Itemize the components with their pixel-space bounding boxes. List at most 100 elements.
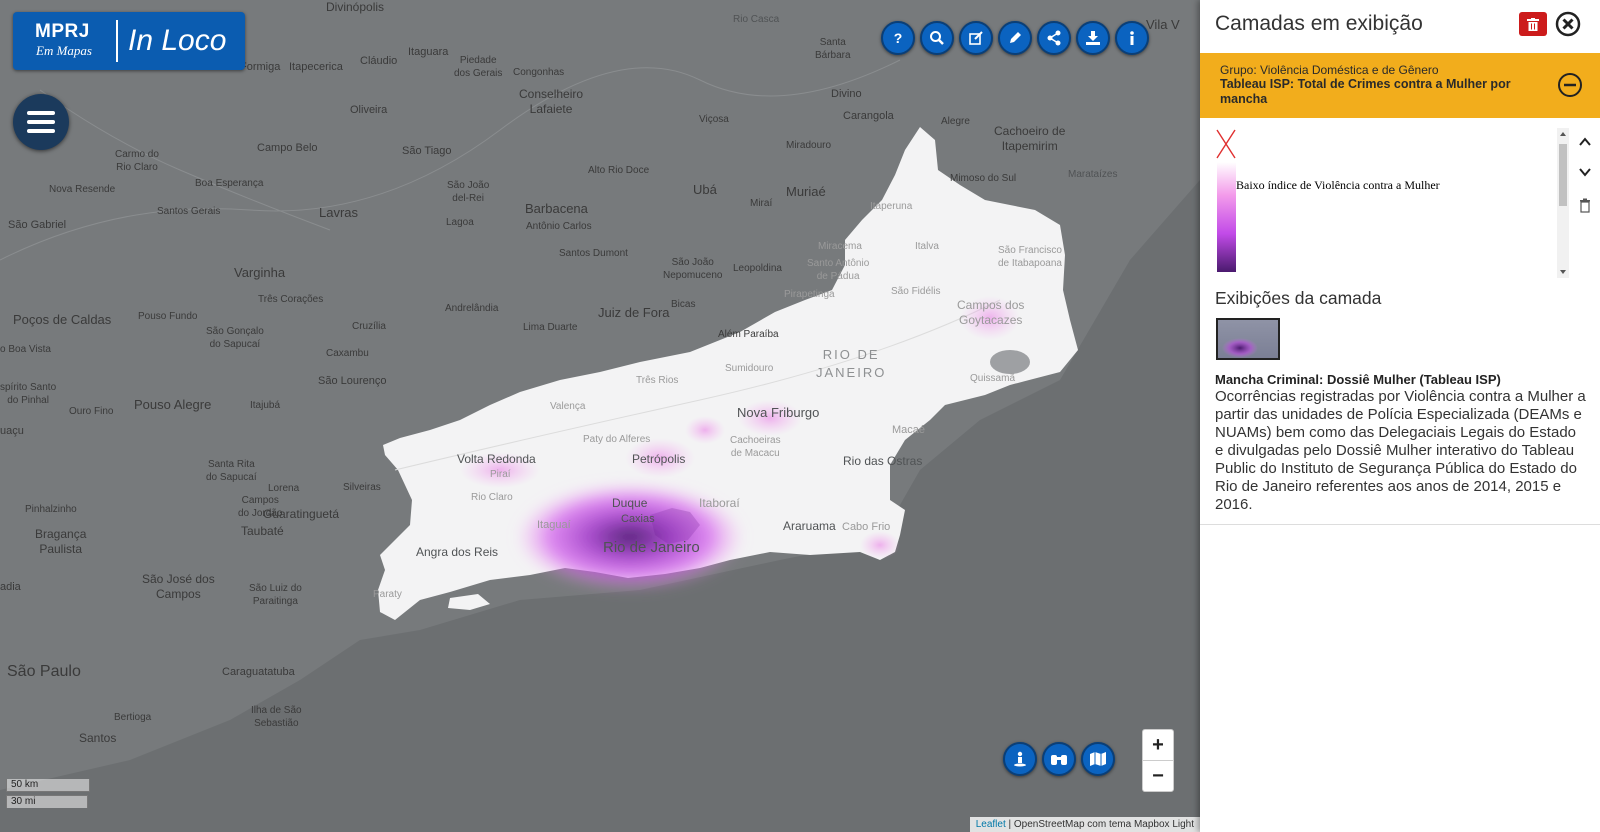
city-label-sao-goncalo-sapucai: São Gonçalo do Sapucaí	[206, 326, 264, 350]
city-label-pocos: Poços de Caldas	[13, 312, 112, 327]
legend-label: Baixo índice de Violência contra a Mulhe…	[1236, 178, 1440, 192]
help-button[interactable]: ?	[881, 21, 915, 55]
close-panel-button[interactable]	[1555, 11, 1581, 37]
menu-button[interactable]	[13, 94, 69, 150]
share-button[interactable]	[1037, 21, 1071, 55]
remove-layer-button[interactable]	[1577, 197, 1593, 213]
city-label-quissama: Quissamã	[970, 373, 1016, 384]
city-label-duque: Duque	[612, 496, 648, 510]
city-label-guacu: uaçu	[0, 425, 24, 437]
state-label: RIO DE JANEIRO	[816, 347, 887, 380]
app-logo[interactable]: MPRJ Em Mapas In Loco	[13, 12, 245, 70]
attribution-text: | OpenStreetMap com tema Mapbox Light	[1005, 819, 1194, 830]
description-text: Ocorrências registradas por Violência co…	[1215, 388, 1586, 513]
move-layer-down-button[interactable]	[1577, 164, 1593, 180]
city-label-sao-luiz: São Luiz do Paraitinga	[249, 583, 302, 607]
city-label-divinopolis: Divinópolis	[326, 0, 385, 14]
search-button[interactable]	[920, 21, 954, 55]
city-label-carmo: Carmo do Rio Claro	[115, 149, 159, 173]
city-label-divino: Divino	[831, 88, 862, 100]
city-label-rio-de-janeiro: Rio de Janeiro	[603, 539, 700, 556]
pencil-icon	[1010, 32, 1021, 43]
download-button[interactable]	[1076, 21, 1110, 55]
basemap-button[interactable]	[1081, 742, 1115, 776]
scroll-up-arrow-icon	[1560, 132, 1566, 136]
trash-icon	[1527, 17, 1539, 31]
city-label-silveiras: Silveiras	[343, 482, 381, 493]
city-label-itaperuna: Itaperuna	[870, 201, 913, 212]
city-label-nova-friburgo: Nova Friburgo	[737, 405, 820, 420]
city-label-nova-resende: Nova Resende	[49, 184, 116, 195]
street-view-button[interactable]	[1003, 742, 1037, 776]
city-label-adia: adia	[0, 581, 21, 593]
exhibition-thumbnail[interactable]	[1216, 318, 1280, 360]
legend-scrollbar[interactable]	[1557, 128, 1569, 278]
city-label-uba: Ubá	[693, 182, 717, 197]
explore-button[interactable]	[1042, 742, 1076, 776]
city-label-boa-esperanca: Boa Esperança	[195, 178, 264, 189]
city-label-petropolis: Petrópolis	[632, 452, 686, 466]
city-label-braganca: Bragança Paulista	[35, 527, 87, 556]
city-label-santa-rita: Santa Rita do Sapucaí	[206, 459, 257, 483]
scroll-thumb[interactable]	[1559, 144, 1567, 206]
city-label-piraí: Piraí	[490, 469, 511, 480]
zoom-in-button[interactable]: +	[1142, 729, 1174, 761]
collapse-group-button[interactable]	[1557, 72, 1583, 98]
city-label-barbacena: Barbacena	[525, 201, 588, 216]
city-label-campo-belo: Campo Belo	[257, 142, 318, 154]
city-label-itaborai: Itaboraí	[699, 496, 740, 510]
city-label-volta-redonda: Volta Redonda	[457, 452, 536, 466]
city-label-italva: Italva	[915, 241, 939, 252]
city-label-santa-barbara: Santa Bárbara	[815, 37, 851, 61]
city-label-sao-paulo: São Paulo	[7, 663, 81, 680]
layer-legend: Baixo índice de Violência contra a Mulhe…	[1215, 128, 1570, 278]
city-label-paty: Paty do Alferes	[583, 434, 651, 445]
city-label-sao-tiago: São Tiago	[402, 145, 452, 157]
city-label-itapecerica: Itapecerica	[289, 61, 343, 73]
edit-button[interactable]	[959, 21, 993, 55]
leaflet-link[interactable]: Leaflet	[976, 819, 1006, 830]
city-label-sao-joao-del-rei: São João del-Rei	[447, 180, 490, 204]
city-label-mimoso: Mimoso do Sul	[950, 173, 1017, 184]
move-layer-up-button[interactable]	[1577, 134, 1593, 150]
layer-name: Tableau ISP: Total de Crimes contra a Mu…	[1220, 77, 1511, 106]
city-label-ouro-fino: Ouro Fino	[69, 406, 114, 417]
city-label-lagoa: Lagoa	[446, 217, 474, 228]
info-icon	[1130, 31, 1134, 45]
city-label-santo-antonio-padua: Santo Antônio de Pádua	[807, 258, 870, 282]
city-label-sumidouro: Sumidouro	[725, 363, 774, 374]
zoom-out-button[interactable]: −	[1142, 760, 1174, 792]
logo-divider	[116, 20, 118, 62]
divider	[1200, 524, 1600, 525]
legend-graphic	[1216, 129, 1236, 272]
city-label-claudio: Cláudio	[360, 55, 398, 67]
city-label-itaguara: Itaguara	[408, 46, 449, 58]
layer-group-header: Grupo: Violência Doméstica e de Gênero T…	[1200, 53, 1600, 118]
city-label-espirito-pinhal: spírito Santo do Pinhal	[0, 382, 57, 406]
city-label-piedade: Piedade dos Gerais	[454, 55, 503, 79]
city-label-cachoeiras: Cachoeiras de Macacu	[730, 435, 781, 459]
city-label-vicosa: Viçosa	[699, 114, 729, 125]
city-label-guaratingueta: Guaratinguetá	[263, 507, 340, 521]
map-canvas[interactable]: Divinópolis Rio Casca Formiga Itapecerica It…	[0, 0, 1200, 832]
city-label-alem-paraiba: Além Paraíba	[718, 329, 779, 340]
draw-button[interactable]	[998, 21, 1032, 55]
city-label-rio-das-ostras: Rio das Ostras	[843, 454, 923, 468]
city-label-taubate: Taubaté	[241, 524, 284, 538]
city-label-miradouro: Miradouro	[786, 140, 832, 151]
city-label-lavras: Lavras	[319, 205, 359, 220]
hamburger-icon	[27, 111, 55, 133]
city-label-santos-dumont: Santos Dumont	[559, 248, 628, 259]
logo-mprj: MPRJ	[35, 21, 90, 42]
city-label-pirapetinga: Pirapetinga	[784, 289, 835, 300]
city-label-conselheiro: Conselheiro Lafaiete	[519, 87, 584, 116]
panel-title: Camadas em exibição	[1215, 12, 1423, 35]
city-label-santos: Santos	[79, 731, 117, 745]
city-label-rio-casca: Rio Casca	[733, 14, 780, 25]
pegman-icon	[1014, 751, 1026, 767]
city-label-boa-vista: o Boa Vista	[0, 344, 51, 355]
remove-all-layers-button[interactable]	[1519, 12, 1547, 36]
city-label-mirai: Miraí	[750, 198, 773, 209]
city-label-itaguai: Itaguaí	[537, 519, 571, 531]
info-button[interactable]	[1115, 21, 1149, 55]
